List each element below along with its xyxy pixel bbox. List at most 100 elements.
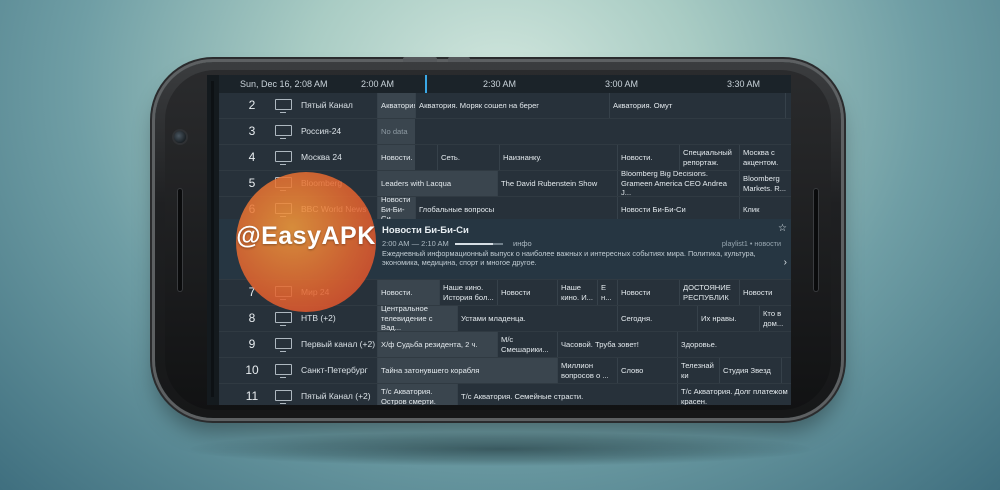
program-cell[interactable]: Наше кино. И... [557, 280, 597, 305]
tv-icon [275, 338, 292, 352]
tv-icon [275, 125, 292, 139]
channel-number: 7 [248, 285, 256, 299]
details-time: 2:00 AM — 2:10 AM [382, 239, 449, 248]
program-cell[interactable]: Студия Звезд [719, 358, 781, 383]
channel-number: 5 [248, 176, 256, 190]
channel-name: Пятый Канал (+2) [301, 391, 371, 401]
timeline-header: Sun, Dec 16, 2:08 AM 2:00 AM 2:30 AM 3:0… [219, 75, 791, 94]
program-cell[interactable]: Наизнанку. [499, 145, 617, 170]
tv-icon [275, 364, 292, 378]
program-cell[interactable]: Здоровье. [677, 332, 791, 357]
time-slot[interactable]: 2:30 AM [483, 75, 516, 93]
program-cell[interactable] [781, 358, 791, 383]
program-cell[interactable]: Слово [617, 358, 677, 383]
details-source: playlist1 • новости [721, 239, 781, 248]
program-cell[interactable]: Е н... [597, 280, 617, 305]
channel-name: Москва 24 [301, 152, 342, 162]
program-cell[interactable]: Часовой. Труба зовет! [557, 332, 677, 357]
current-datetime: Sun, Dec 16, 2:08 AM [240, 79, 328, 89]
star-icon[interactable]: ☆ [778, 223, 787, 234]
program-cell[interactable]: Т/с Акватория. Остров смерти. [377, 384, 457, 405]
channel-name: Пятый Канал [301, 100, 353, 110]
program-cell[interactable]: Новости [617, 280, 679, 305]
program-cell[interactable]: Т/с Акватория. Семейные страсти. [457, 384, 677, 405]
program-cell[interactable]: Акватория. Омут [609, 93, 785, 118]
program-cell[interactable]: Акватория [377, 93, 415, 118]
volume-button [448, 57, 470, 62]
channel-row[interactable]: 5 Bloomberg Leaders with Lacqua The Davi… [219, 171, 791, 197]
progress-bar-fill [455, 243, 494, 245]
program-cell[interactable]: Новости. [617, 145, 677, 170]
program-cell[interactable]: Т/с Акватория. Долг платежом красен. [677, 384, 791, 405]
channel-number: 3 [248, 124, 256, 138]
time-slot[interactable]: 3:30 AM [727, 75, 760, 93]
program-cell[interactable]: Их нравы. [697, 306, 759, 331]
details-title: Новости Би-Би-Си [382, 225, 469, 236]
program-cell[interactable]: Тайна затонувшего корабля [377, 358, 557, 383]
program-cell[interactable] [785, 93, 791, 118]
channel-row[interactable]: 11 Пятый Канал (+2) Т/с Акватория. Остро… [219, 384, 791, 405]
program-cell[interactable]: Новости [497, 280, 557, 305]
progress-bar [455, 243, 503, 245]
program-cell[interactable]: The David Rubenstein Show [497, 171, 617, 196]
program-cell[interactable]: No data [377, 119, 415, 144]
program-cell[interactable]: ДОСТОЯНИЕ РЕСПУБЛИК [679, 280, 739, 305]
channel-row[interactable]: 10 Санкт-Петербург Тайна затонувшего кор… [219, 358, 791, 384]
channel-row[interactable]: 2 Пятый Канал Акватория Акватория. Моряк… [219, 93, 791, 119]
camera-icon [174, 131, 186, 143]
program-cell[interactable]: Новости. [377, 145, 415, 170]
channel-row[interactable]: 8 НТВ (+2) Центральное телевидение с Вад… [219, 306, 791, 332]
tv-icon [275, 151, 292, 165]
channel-number: 9 [248, 337, 256, 351]
channel-row[interactable]: 3 Россия-24 No data [219, 119, 791, 145]
side-panel-accent [211, 81, 214, 397]
details-description: Ежедневный информационный выпуск о наибо… [382, 249, 756, 268]
channel-row[interactable]: 9 Первый канал (+2) Х/ф Судьба резидента… [219, 332, 791, 358]
program-cell[interactable]: Устами младенца. [457, 306, 617, 331]
channel-name: Первый канал (+2) [301, 339, 376, 349]
tv-icon [275, 177, 292, 191]
program-cell[interactable]: Акватория. Моряк сошел на берег [415, 93, 609, 118]
program-cell[interactable]: Х/ф Судьба резидента, 2 ч. [377, 332, 497, 357]
channel-row[interactable]: 7 Мир 24 Новости. Наше кино. История бол… [219, 280, 791, 306]
channel-number: 8 [248, 311, 256, 325]
channel-number: 11 [245, 389, 259, 403]
program-cell[interactable]: Телезнай ки [677, 358, 719, 383]
channel-row[interactable]: 4 Москва 24 Новости. Сеть. Наизнанку. Но… [219, 145, 791, 171]
program-cell[interactable]: Центральное телевидение с Вад... [377, 306, 457, 331]
speaker-grille-right [813, 188, 819, 292]
channel-number: 2 [248, 98, 256, 112]
program-cell[interactable]: Новости. [377, 280, 439, 305]
channel-name: Россия-24 [301, 126, 342, 136]
tv-icon [275, 203, 292, 217]
program-cell[interactable]: Bloomberg Big Decisions. Grameen America… [617, 171, 739, 196]
channel-number: 10 [245, 363, 259, 377]
tv-icon [275, 286, 292, 300]
program-cell[interactable]: Миллион вопросов о ... [557, 358, 617, 383]
program-cell[interactable]: Leaders with Lacqua [377, 171, 497, 196]
program-cell[interactable]: Сегодня. [617, 306, 697, 331]
watermark-text: @EasyAPK [236, 222, 376, 250]
power-button [403, 57, 437, 62]
current-time-indicator [425, 75, 427, 93]
channel-name: Санкт-Петербург [301, 365, 368, 375]
program-cell[interactable]: Кто в дом... [759, 306, 791, 331]
channel-name: Bloomberg [301, 178, 343, 188]
program-cell[interactable]: Новости [739, 280, 791, 305]
time-slot[interactable]: 3:00 AM [605, 75, 638, 93]
tv-icon [275, 312, 292, 326]
details-info-link[interactable]: инфо [513, 239, 532, 248]
program-cell[interactable]: Наше кино. История бол... [439, 280, 497, 305]
channel-name: НТВ (+2) [301, 313, 336, 323]
program-cell[interactable]: Специальный репортаж. [679, 145, 739, 170]
program-cell[interactable]: Bloomberg Markets. R... [739, 171, 791, 196]
program-cell[interactable]: Сеть. [437, 145, 499, 170]
channel-name: Мир 24 [301, 287, 330, 297]
chevron-right-icon[interactable]: › [784, 257, 787, 268]
program-cell[interactable]: М/с Смешарики... [497, 332, 557, 357]
side-panel [207, 75, 219, 405]
program-cell[interactable]: Москва с акцентом. [739, 145, 791, 170]
time-slot[interactable]: 2:00 AM [361, 75, 394, 93]
tv-icon [275, 99, 292, 113]
channel-number: 4 [248, 150, 256, 164]
